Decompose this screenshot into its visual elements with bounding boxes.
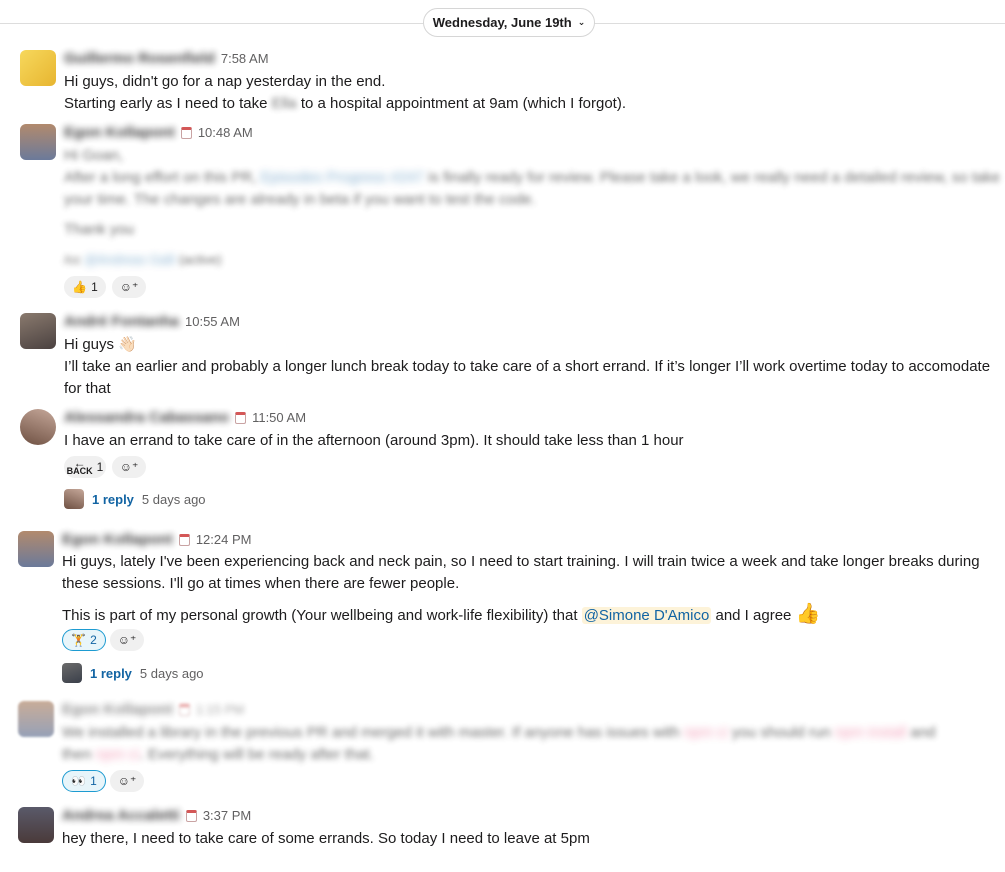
- back-arrow-icon: ← BACK: [66, 456, 93, 476]
- message-text: Hi guys, lately I've been experiencing b…: [62, 553, 980, 570]
- timestamp[interactable]: 10:48 AM: [198, 125, 253, 140]
- thread-replies-link[interactable]: 1 reply: [92, 492, 134, 507]
- message-text: for that: [64, 380, 111, 397]
- thread-last-reply: 5 days ago: [139, 665, 204, 681]
- message-text: these sessions. I'll go at times when th…: [62, 575, 460, 592]
- thread-summary[interactable]: 1 reply 5 days ago: [62, 663, 204, 683]
- avatar[interactable]: [20, 409, 56, 445]
- thread-avatar: [64, 489, 84, 509]
- calendar-status-icon: [178, 533, 190, 546]
- user-mention[interactable]: @Simone D'Amico: [581, 607, 712, 624]
- avatar[interactable]: [18, 701, 54, 737]
- date-divider-label: Wednesday, June 19th: [432, 15, 572, 30]
- message-text: Hi guys 👋🏻: [64, 336, 137, 353]
- redacted-text: then npm ci. Everything will be ready af…: [62, 746, 374, 763]
- reaction-weightlifter[interactable]: 🏋 2: [62, 629, 106, 651]
- author-name[interactable]: Guillermo Rosenfield: [64, 50, 215, 67]
- timestamp[interactable]: 10:55 AM: [185, 314, 240, 329]
- add-reaction-button[interactable]: ☺⁺: [112, 456, 146, 478]
- add-reaction-button[interactable]: ☺⁺: [112, 276, 146, 298]
- avatar[interactable]: [18, 807, 54, 843]
- calendar-status-icon: [235, 411, 247, 424]
- message-text: I have an errand to take care of in the …: [64, 432, 684, 449]
- calendar-status-icon: [178, 703, 190, 716]
- date-divider-button[interactable]: Wednesday, June 19th ⌄: [423, 8, 595, 37]
- reaction-count: 2: [90, 633, 97, 647]
- eyes-icon: 👀: [71, 774, 87, 788]
- avatar[interactable]: [20, 50, 56, 86]
- timestamp[interactable]: 12:24 PM: [196, 532, 252, 547]
- calendar-status-icon: [180, 126, 192, 139]
- message-text: I’ll take an earlier and probably a long…: [64, 358, 991, 375]
- reaction-count: 1: [91, 280, 98, 294]
- redacted-text: your time. The changes are already in be…: [64, 191, 536, 208]
- thumbs-up-icon: 👍: [72, 280, 88, 294]
- timestamp[interactable]: 11:50 AM: [252, 410, 306, 425]
- add-reaction-button[interactable]: ☺⁺: [110, 770, 144, 792]
- thread-avatar: [62, 663, 82, 683]
- author-name[interactable]: Egon Kollapont: [62, 531, 173, 548]
- add-reaction-icon: ☺⁺: [117, 633, 137, 647]
- thread-summary[interactable]: 1 reply 5 days ago: [64, 489, 206, 509]
- waving-hand-emoji: 👋🏻: [118, 336, 137, 353]
- redacted-text: Hi Goan,: [64, 147, 124, 164]
- reaction-back[interactable]: ← BACK 1: [64, 456, 106, 478]
- author-name[interactable]: Egon Kollapont: [62, 701, 173, 718]
- thumbs-up-emoji: 👍: [795, 603, 821, 625]
- reaction-thumbs-up[interactable]: 👍 1: [64, 276, 106, 298]
- message-text: Hi guys, didn't go for a nap yesterday i…: [64, 73, 386, 90]
- message-text: hey there, I need to take care of some e…: [62, 830, 590, 847]
- author-name[interactable]: André Fontanha: [64, 313, 179, 330]
- author-name[interactable]: Egon Kollapont: [64, 124, 175, 141]
- add-reaction-icon: ☺⁺: [119, 460, 139, 474]
- thread-replies-link[interactable]: 1 reply: [90, 666, 132, 681]
- redacted-text: We installed a library in the previous P…: [62, 724, 936, 741]
- message-text-line-2: Starting early as I need to take Ella to…: [64, 95, 626, 112]
- redacted-text: After a long effort on this PR, Episodes…: [64, 169, 1001, 186]
- add-reaction-button[interactable]: ☺⁺: [110, 629, 144, 651]
- avatar[interactable]: [20, 124, 56, 160]
- redacted-text: Ella: [271, 95, 297, 112]
- weightlifter-icon: 🏋: [71, 633, 87, 647]
- add-reaction-icon: ☺⁺: [117, 774, 137, 788]
- timestamp[interactable]: 3:37 PM: [203, 808, 251, 823]
- redacted-text: Thank you: [64, 221, 135, 238]
- avatar[interactable]: [18, 531, 54, 567]
- thread-last-reply: 5 days ago: [141, 491, 206, 507]
- reaction-eyes[interactable]: 👀 1: [62, 770, 106, 792]
- author-name[interactable]: Alessandra Cabassano: [64, 409, 229, 426]
- reaction-count: 1: [90, 774, 97, 788]
- chevron-down-icon: ⌄: [577, 17, 586, 27]
- message-text: This is part of my personal growth (Your…: [62, 603, 821, 625]
- add-reaction-icon: ☺⁺: [119, 280, 139, 294]
- avatar[interactable]: [20, 313, 56, 349]
- reaction-count: 1: [96, 460, 104, 474]
- timestamp[interactable]: 7:58 AM: [221, 51, 269, 66]
- redacted-text: /cc @Andreas Galli (active): [64, 252, 222, 267]
- author-name[interactable]: Andrea Accaletti: [62, 807, 180, 824]
- timestamp[interactable]: 1:15 PM: [196, 702, 244, 717]
- calendar-status-icon: [185, 809, 197, 822]
